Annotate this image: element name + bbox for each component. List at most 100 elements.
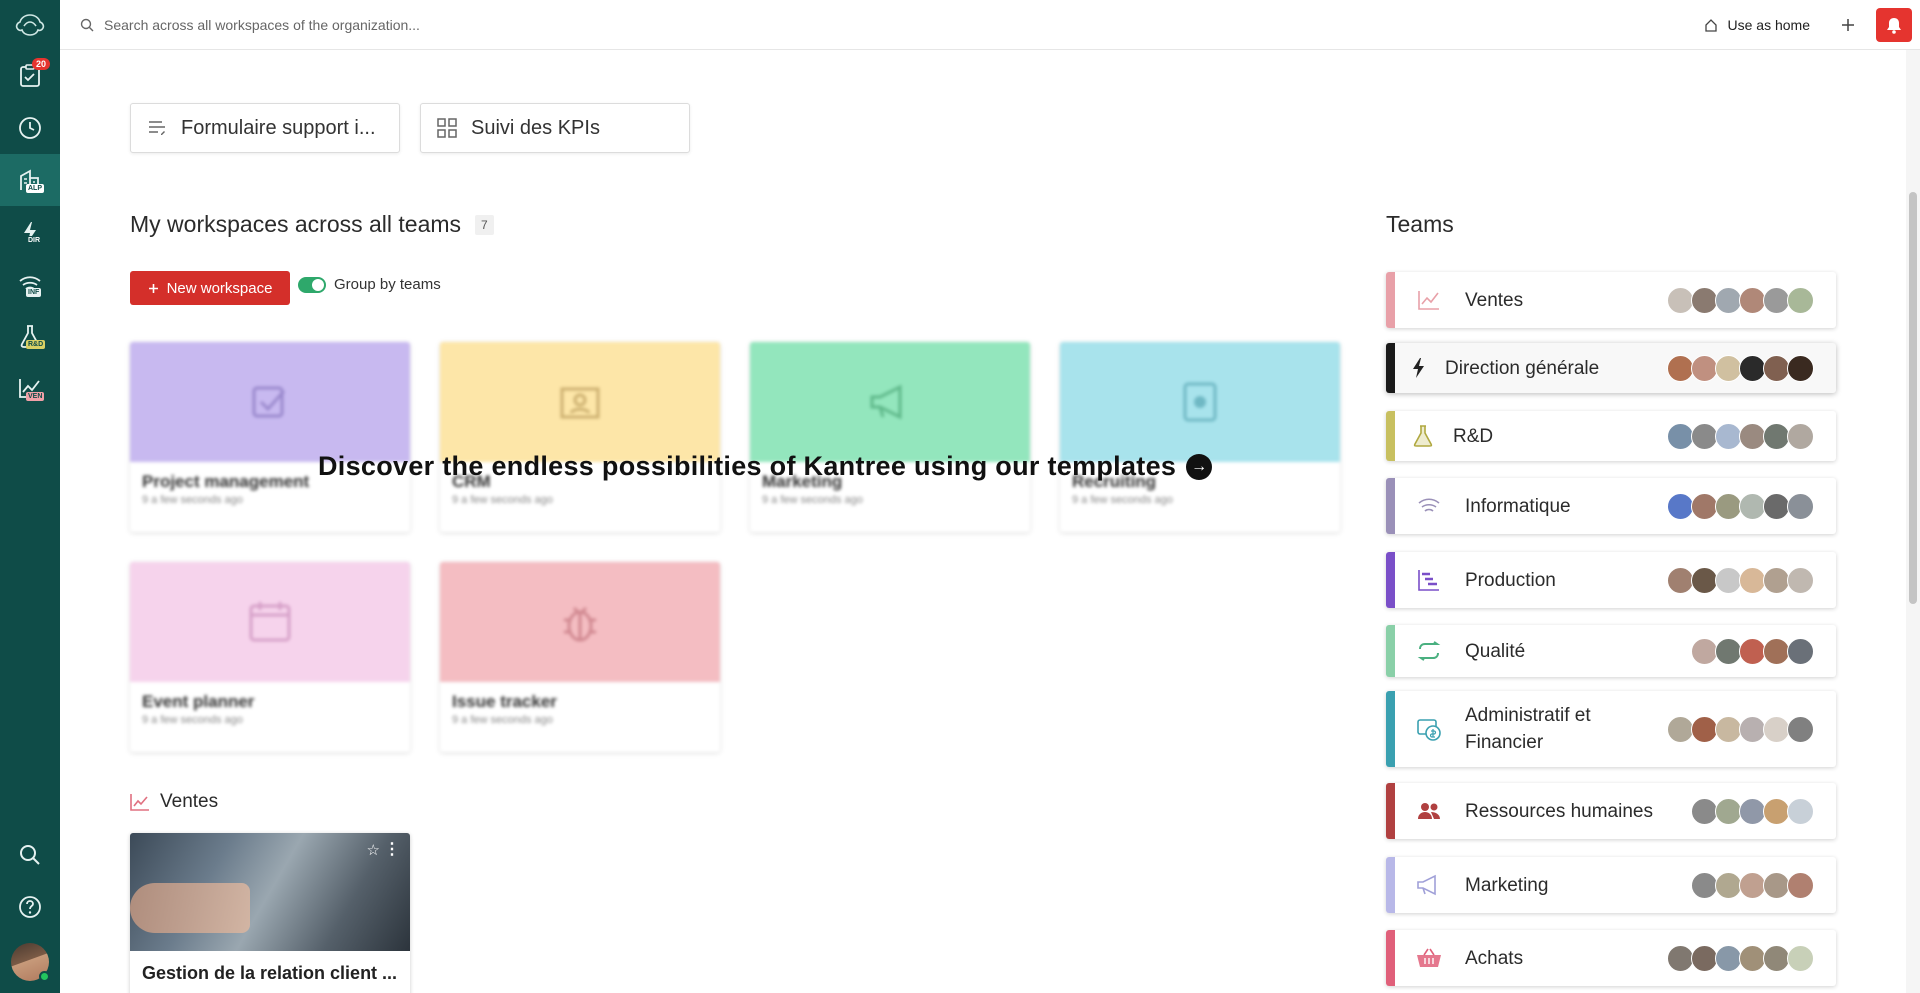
add-button[interactable] [1834,11,1862,39]
sidebar-item-history[interactable] [0,102,60,154]
team-informatique[interactable]: Informatique [1386,478,1836,534]
avatar [1763,637,1790,665]
search-input[interactable] [104,16,704,33]
template-name: Issue tracker [452,692,557,711]
workspace-title: Gestion de la relation client ... [142,963,398,983]
avatar [1691,566,1718,594]
avatar [1667,566,1694,594]
template-card-marketing[interactable]: Marketing 9 a few seconds ago [750,342,1030,532]
avatar [1667,354,1694,382]
global-search [60,0,1704,49]
search-icon [80,18,94,31]
team-color-bar [1386,857,1395,913]
template-cover [440,342,720,462]
template-card-project-management[interactable]: Project management 9 a few seconds ago [130,342,410,532]
avatar [1691,715,1718,743]
avatar [1691,422,1718,450]
team-members [1667,492,1814,520]
contact-icon [560,387,600,419]
checkbox-icon [252,386,286,418]
quick-access-kpis[interactable]: Suivi des KPIs [420,103,690,153]
team-name: Direction générale [1445,357,1600,379]
sidebar-item-rd[interactable]: R&D [0,310,60,362]
avatar [1715,492,1742,520]
team-color-bar [1386,552,1395,608]
template-card-event-planner[interactable]: Event planner 9 a few seconds ago [130,562,410,752]
arrow-right-icon[interactable]: → [1186,453,1213,480]
cycle-icon [1409,641,1449,661]
sidebar-search[interactable] [0,829,60,881]
avatar [1763,286,1790,314]
avatar [1715,286,1742,314]
notifications-button[interactable] [1876,7,1912,42]
sidebar-item-alp[interactable]: ALP [0,154,60,206]
team-ressources-humaines[interactable]: Ressources humaines [1386,783,1836,839]
avatar [1763,797,1790,825]
more-options-icon[interactable]: ⋮ [384,839,400,859]
team-name: Administratif et Financier [1465,705,1591,753]
workspace-card[interactable]: ☆ ⋮ Gestion de la relation client ... [130,833,410,993]
team-rd[interactable]: R&D [1386,411,1836,461]
team-achats[interactable]: Achats [1386,930,1836,986]
sidebar-tag-rd: R&D [26,340,46,349]
template-card-issue-tracker[interactable]: Issue tracker 9 a few seconds ago [440,562,720,752]
avatar [1763,354,1790,382]
avatar [1691,944,1718,972]
avatar [1763,422,1790,450]
template-card-crm[interactable]: CRM 9 a few seconds ago [440,342,720,532]
team-members [1691,637,1814,665]
team-production[interactable]: Production [1386,552,1836,608]
template-cover [1060,342,1340,462]
people-icon [1409,801,1449,821]
team-name: R&D [1453,425,1494,447]
avatar [1787,422,1814,450]
team-color-bar [1386,478,1395,534]
sidebar-item-inf[interactable]: INF [0,258,60,310]
team-qualite[interactable]: Qualité [1386,625,1836,677]
sidebar-item-ven[interactable]: VEN [0,362,60,414]
template-name: Event planner [142,692,255,711]
avatar [1739,492,1766,520]
topbar: Use as home [60,0,1920,50]
avatar [1691,797,1718,825]
team-direction-generale[interactable]: Direction générale [1386,343,1836,393]
page-scrollbar[interactable] [1906,50,1920,993]
star-icon[interactable]: ☆ [367,841,380,859]
templates-banner-text: Discover the endless possibilities of Ka… [318,451,1177,481]
scrollbar-thumb[interactable] [1909,192,1917,604]
team-administratif-financier[interactable]: Administratif et Financier [1386,691,1836,767]
use-as-home-button[interactable]: Use as home [1704,17,1810,33]
workspace-cover-image: ☆ ⋮ [130,833,410,951]
team-members [1667,715,1814,743]
online-status-dot [39,971,50,982]
user-avatar[interactable] [11,943,50,982]
quick-access-form[interactable]: Formulaire support i... [130,103,400,153]
megaphone-icon [1409,874,1449,896]
template-sub: 9 a few seconds ago [452,714,553,726]
team-members [1691,871,1814,899]
avatar [1787,637,1814,665]
avatar [1787,944,1814,972]
megaphone-icon [870,384,902,420]
section-title: Ventes [160,791,219,812]
templates-banner[interactable]: Discover the endless possibilities of Ka… [318,451,1213,482]
sidebar-item-dir[interactable]: DIR [0,206,60,258]
avatar [1787,715,1814,743]
sidebar-item-tasks[interactable]: 20 [0,50,60,102]
team-ventes[interactable]: Ventes [1386,272,1836,328]
toggle-switch[interactable] [298,276,326,293]
team-members [1667,354,1814,382]
avatar [1739,715,1766,743]
avatar [1739,566,1766,594]
new-workspace-button[interactable]: New workspace [130,271,290,305]
group-by-teams-toggle[interactable]: Group by teams [298,276,441,293]
avatar [1739,797,1766,825]
template-card-recruiting[interactable]: Recruiting 9 a few seconds ago [1060,342,1340,532]
team-marketing[interactable]: Marketing [1386,857,1836,913]
avatar [1787,286,1814,314]
team-name: Production [1465,569,1556,591]
sidebar-tag-dir: DIR [26,236,43,245]
kantree-logo[interactable] [0,0,60,50]
section-ventes-heading: Ventes [130,791,218,813]
sidebar-help[interactable] [0,881,60,933]
